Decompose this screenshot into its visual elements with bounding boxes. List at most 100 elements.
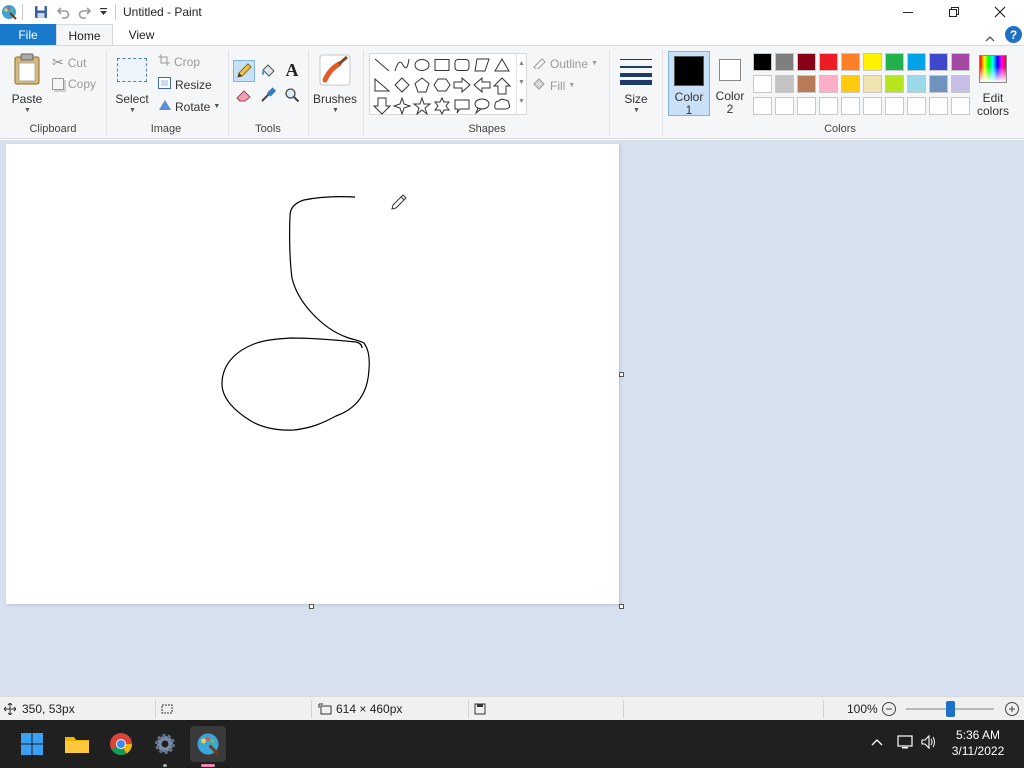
chrome-icon[interactable] <box>103 726 139 762</box>
five-point-star-shape-icon[interactable] <box>412 96 432 115</box>
triangle-shape-icon[interactable] <box>494 58 510 72</box>
show-hidden-icons-icon[interactable] <box>870 736 884 750</box>
help-icon[interactable]: ? <box>1005 26 1022 43</box>
network-icon[interactable] <box>896 734 914 753</box>
six-point-star-shape-icon[interactable] <box>434 96 450 115</box>
palette-swatch[interactable] <box>951 53 970 71</box>
oval-callout-shape-icon[interactable] <box>474 98 490 115</box>
paste-button[interactable]: Paste ▼ <box>6 50 48 116</box>
redo-icon[interactable] <box>76 2 94 22</box>
palette-swatch[interactable] <box>951 97 970 115</box>
palette-swatch[interactable] <box>907 53 926 71</box>
canvas-resize-handle-bottom[interactable] <box>309 604 314 609</box>
zoom-out-button[interactable] <box>881 697 897 721</box>
crop-button[interactable]: Crop <box>158 54 200 69</box>
polygon-shape-icon[interactable] <box>474 58 490 72</box>
close-icon[interactable] <box>977 0 1023 24</box>
canvas-resize-handle-right[interactable] <box>619 372 624 377</box>
customize-quick-access-icon[interactable] <box>97 2 109 22</box>
file-explorer-icon[interactable] <box>59 726 95 762</box>
zoom-slider[interactable] <box>906 701 994 717</box>
palette-swatch[interactable] <box>841 53 860 71</box>
select-button[interactable]: Select ▼ <box>112 50 152 116</box>
color1-button[interactable]: Color 1 <box>668 51 710 117</box>
palette-swatch[interactable] <box>929 75 948 93</box>
palette-swatch[interactable] <box>885 97 904 115</box>
diamond-shape-icon[interactable] <box>394 77 410 93</box>
resize-button[interactable]: Resize <box>158 77 212 92</box>
pencil-tool-button[interactable] <box>233 60 255 82</box>
fill-button[interactable]: Fill ▼ <box>532 77 575 94</box>
rounded-rectangle-shape-icon[interactable] <box>454 59 470 71</box>
edit-colors-button[interactable]: Edit colors <box>975 51 1011 118</box>
copy-button[interactable]: Copy <box>52 77 96 91</box>
palette-swatch[interactable] <box>841 97 860 115</box>
palette-swatch[interactable] <box>753 97 772 115</box>
rounded-callout-shape-icon[interactable] <box>454 99 470 114</box>
palette-swatch[interactable] <box>753 75 772 93</box>
palette-swatch[interactable] <box>951 75 970 93</box>
palette-swatch[interactable] <box>797 53 816 71</box>
palette-swatch[interactable] <box>819 53 838 71</box>
undo-icon[interactable] <box>54 2 72 22</box>
cut-button[interactable]: ✂ Cut <box>52 54 86 71</box>
brushes-button[interactable]: Brushes ▼ <box>313 50 357 116</box>
palette-swatch[interactable] <box>885 75 904 93</box>
clock[interactable]: 5:36 AM 3/11/2022 <box>946 728 1010 758</box>
size-button[interactable]: Size ▼ <box>614 50 658 116</box>
pentagon-shape-icon[interactable] <box>414 77 430 93</box>
palette-swatch[interactable] <box>819 75 838 93</box>
zoom-in-button[interactable] <box>1004 697 1020 721</box>
left-arrow-shape-icon[interactable] <box>473 76 491 94</box>
line-shape-icon[interactable] <box>374 58 390 72</box>
hexagon-shape-icon[interactable] <box>433 78 451 92</box>
palette-swatch[interactable] <box>863 97 882 115</box>
cloud-callout-shape-icon[interactable] <box>494 98 511 110</box>
palette-swatch[interactable] <box>929 97 948 115</box>
palette-swatch[interactable] <box>819 97 838 115</box>
zoom-slider-thumb[interactable] <box>945 701 955 717</box>
curve-shape-icon[interactable] <box>394 58 410 72</box>
down-arrow-shape-icon[interactable] <box>372 97 392 115</box>
text-icon[interactable]: A <box>282 59 302 81</box>
palette-swatch[interactable] <box>775 97 794 115</box>
palette-swatch[interactable] <box>929 53 948 71</box>
fill-bucket-button[interactable] <box>258 61 278 81</box>
save-icon[interactable] <box>32 2 50 22</box>
palette-swatch[interactable] <box>753 53 772 71</box>
color-picker-button[interactable] <box>258 85 278 105</box>
tab-view[interactable]: View <box>113 24 170 46</box>
palette-swatch[interactable] <box>797 75 816 93</box>
paint-taskbar-icon[interactable] <box>190 726 226 767</box>
outline-button[interactable]: Outline ▼ <box>532 55 598 72</box>
paint-app-icon[interactable] <box>0 2 18 22</box>
palette-swatch[interactable] <box>907 97 926 115</box>
palette-swatch[interactable] <box>841 75 860 93</box>
shapes-scroll[interactable]: ▲ ▼ ▼ <box>516 54 526 114</box>
magnifier-button[interactable] <box>282 85 302 105</box>
windows-start-icon[interactable] <box>14 726 50 762</box>
four-point-star-shape-icon[interactable] <box>392 96 412 115</box>
rectangle-shape-icon[interactable] <box>434 59 450 71</box>
right-triangle-shape-icon[interactable] <box>374 77 391 92</box>
palette-swatch[interactable] <box>863 53 882 71</box>
maximize-icon[interactable] <box>931 0 977 24</box>
oval-shape-icon[interactable] <box>414 59 430 71</box>
minimize-icon[interactable] <box>885 0 931 24</box>
up-arrow-shape-icon[interactable] <box>492 77 512 95</box>
palette-swatch[interactable] <box>863 75 882 93</box>
rotate-button[interactable]: Rotate ▼ <box>158 99 220 114</box>
tab-home[interactable]: Home <box>56 24 113 46</box>
canvas-workspace[interactable] <box>0 140 1024 696</box>
drawing-canvas[interactable] <box>6 144 619 604</box>
settings-icon[interactable] <box>147 726 183 767</box>
collapse-ribbon-icon[interactable] <box>985 31 995 45</box>
palette-swatch[interactable] <box>797 97 816 115</box>
palette-swatch[interactable] <box>775 75 794 93</box>
volume-icon[interactable] <box>920 734 938 753</box>
tab-file[interactable]: File <box>0 24 56 46</box>
right-arrow-shape-icon[interactable] <box>453 76 471 94</box>
palette-swatch[interactable] <box>775 53 794 71</box>
palette-swatch[interactable] <box>885 53 904 71</box>
canvas-resize-handle-corner[interactable] <box>619 604 624 609</box>
